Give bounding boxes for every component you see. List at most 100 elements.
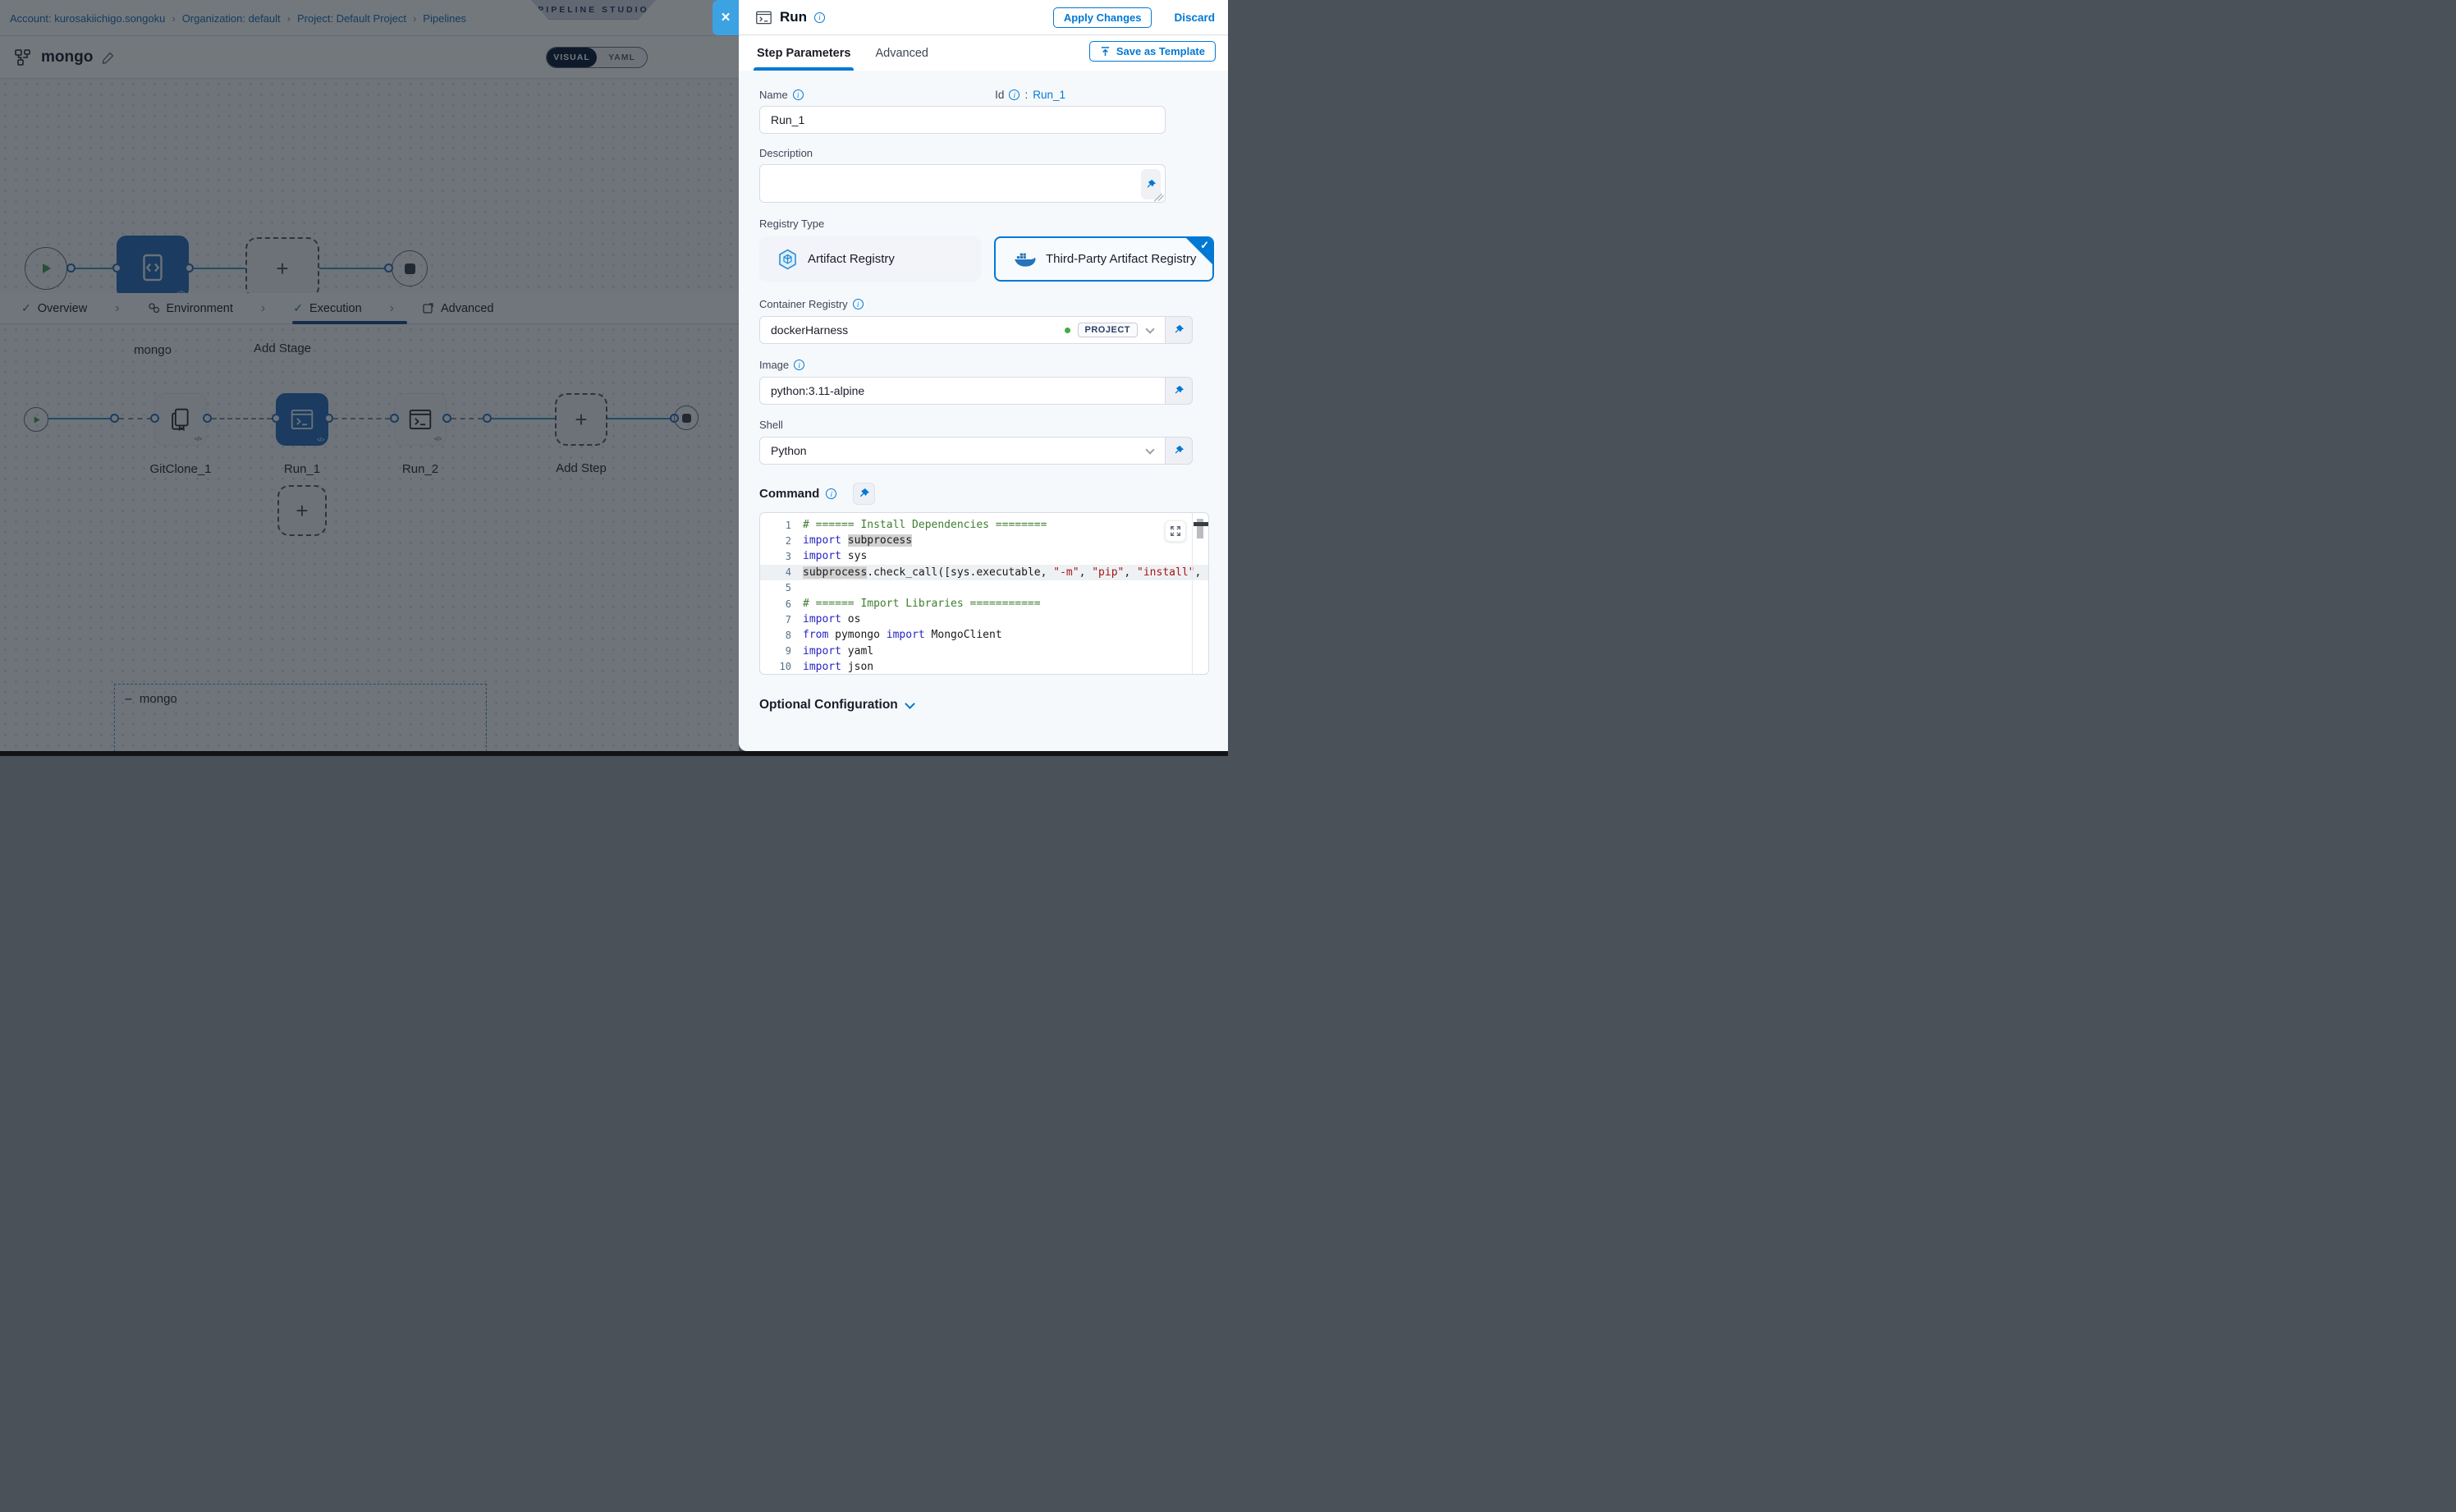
code-text: import yaml bbox=[791, 645, 873, 657]
command-label-row: Command i bbox=[759, 483, 1228, 505]
optional-configuration-toggle[interactable]: Optional Configuration bbox=[759, 698, 1228, 712]
line-number: 6 bbox=[760, 598, 791, 610]
info-icon[interactable]: i bbox=[1009, 89, 1020, 100]
shell-label: Shell bbox=[759, 419, 1228, 431]
pin-button[interactable] bbox=[1166, 316, 1193, 344]
registry-option-artifact-registry[interactable]: Artifact Registry bbox=[759, 236, 981, 282]
close-panel-button[interactable]: × bbox=[713, 0, 739, 35]
pipeline-studio-page: Account: kurosakiichigo.songoku › Organi… bbox=[0, 0, 1228, 756]
container-registry-field: dockerHarness PROJECT bbox=[759, 316, 1193, 344]
id-separator: : bbox=[1024, 89, 1028, 101]
id-value[interactable]: Run_1 bbox=[1033, 89, 1065, 101]
name-label: Name bbox=[759, 89, 788, 101]
save-as-template-label: Save as Template bbox=[1116, 45, 1205, 57]
editor-scrollbar-track bbox=[1192, 513, 1193, 674]
editor-overview-mark bbox=[1194, 522, 1209, 526]
registry-type-options: Artifact Registry Third-Party Artifact R… bbox=[759, 236, 1214, 282]
image-value: python:3.11-alpine bbox=[771, 384, 864, 397]
pin-icon bbox=[858, 488, 870, 500]
step-config-panel: Run i Apply Changes Discard Step Paramet… bbox=[739, 0, 1228, 751]
image-field: python:3.11-alpine bbox=[759, 377, 1193, 405]
code-text: # ====== Install Dependencies ======== bbox=[791, 519, 1047, 531]
artifact-registry-icon bbox=[777, 249, 798, 270]
docker-icon bbox=[1014, 250, 1036, 268]
command-label: Command bbox=[759, 487, 819, 501]
pin-icon bbox=[1173, 445, 1184, 456]
code-text: subprocess.check_call([sys.executable, "… bbox=[791, 566, 1201, 579]
pin-icon bbox=[1145, 179, 1157, 190]
line-number: 7 bbox=[760, 614, 791, 625]
description-textarea[interactable] bbox=[759, 164, 1166, 203]
line-number: 10 bbox=[760, 661, 791, 672]
chevron-down-icon[interactable] bbox=[1145, 324, 1154, 333]
image-input[interactable]: python:3.11-alpine bbox=[759, 377, 1166, 405]
code-line[interactable]: 5 bbox=[760, 580, 1208, 596]
upload-icon bbox=[1100, 46, 1111, 57]
command-code-editor[interactable]: 1# ====== Install Dependencies ========2… bbox=[759, 512, 1209, 675]
code-line[interactable]: 3import sys bbox=[760, 548, 1208, 564]
shell-value: Python bbox=[771, 444, 807, 457]
discard-button[interactable]: Discard bbox=[1174, 11, 1215, 24]
code-text: import json bbox=[791, 661, 873, 673]
pin-icon bbox=[1173, 385, 1184, 396]
panel-title: Run bbox=[780, 9, 807, 25]
image-label-row: Image i bbox=[759, 359, 1228, 371]
line-number: 5 bbox=[760, 582, 791, 593]
code-line[interactable]: 2import subprocess bbox=[760, 533, 1208, 548]
code-line[interactable]: 10import json bbox=[760, 659, 1208, 675]
terminal-icon bbox=[755, 10, 772, 25]
expand-editor-button[interactable] bbox=[1165, 520, 1186, 542]
shell-field: Python bbox=[759, 437, 1193, 465]
line-number: 8 bbox=[760, 630, 791, 641]
code-text: from pymongo import MongoClient bbox=[791, 629, 1002, 641]
studio-background: Account: kurosakiichigo.songoku › Organi… bbox=[0, 0, 739, 756]
line-number: 3 bbox=[760, 551, 791, 562]
name-label-row: Name i bbox=[759, 89, 804, 101]
bottom-scrollbar-strip[interactable] bbox=[0, 751, 1228, 756]
registry-type-label: Registry Type bbox=[759, 218, 1228, 230]
info-icon[interactable]: i bbox=[853, 299, 864, 309]
line-number: 2 bbox=[760, 535, 791, 547]
shell-select[interactable]: Python bbox=[759, 437, 1166, 465]
line-number: 9 bbox=[760, 645, 791, 657]
code-line[interactable]: 9import yaml bbox=[760, 644, 1208, 659]
apply-changes-button[interactable]: Apply Changes bbox=[1053, 7, 1152, 28]
code-line[interactable]: 6# ====== Import Libraries =========== bbox=[760, 596, 1208, 612]
code-text: import os bbox=[791, 613, 860, 625]
info-icon[interactable]: i bbox=[814, 12, 825, 23]
pin-button[interactable] bbox=[853, 483, 875, 505]
pin-icon bbox=[1173, 324, 1184, 336]
code-text: # ====== Import Libraries =========== bbox=[791, 598, 1041, 610]
code-text: import sys bbox=[791, 550, 867, 562]
canvas-dim-overlay[interactable] bbox=[0, 0, 739, 756]
panel-header: Run i Apply Changes Discard bbox=[739, 0, 1228, 35]
tab-advanced[interactable]: Advanced bbox=[875, 35, 928, 71]
name-input[interactable]: Run_1 bbox=[759, 106, 1166, 134]
pin-button[interactable] bbox=[1166, 377, 1193, 405]
container-registry-input[interactable]: dockerHarness PROJECT bbox=[759, 316, 1166, 344]
code-text: import subprocess bbox=[791, 534, 912, 547]
check-icon: ✓ bbox=[1200, 239, 1209, 252]
name-value: Run_1 bbox=[771, 113, 804, 126]
pin-button[interactable] bbox=[1166, 437, 1193, 465]
code-line[interactable]: 8from pymongo import MongoClient bbox=[760, 627, 1208, 643]
id-label: Id bbox=[995, 89, 1004, 101]
registry-option-label: Third-Party Artifact Registry bbox=[1046, 252, 1196, 266]
info-icon[interactable]: i bbox=[826, 488, 836, 499]
scope-badge: PROJECT bbox=[1078, 323, 1138, 337]
container-registry-value: dockerHarness bbox=[771, 323, 848, 337]
registry-option-third-party[interactable]: Third-Party Artifact Registry ✓ bbox=[994, 236, 1214, 282]
tab-step-parameters[interactable]: Step Parameters bbox=[757, 35, 850, 71]
chevron-down-icon[interactable] bbox=[1145, 445, 1154, 454]
code-lines: 1# ====== Install Dependencies ========2… bbox=[760, 517, 1208, 675]
container-registry-label-row: Container Registry i bbox=[759, 298, 1228, 310]
code-line[interactable]: 7import os bbox=[760, 612, 1208, 627]
save-as-template-button[interactable]: Save as Template bbox=[1089, 41, 1216, 62]
description-label: Description bbox=[759, 147, 1228, 159]
chevron-down-icon bbox=[905, 699, 915, 709]
code-line[interactable]: 4subprocess.check_call([sys.executable, … bbox=[760, 565, 1208, 580]
info-icon[interactable]: i bbox=[793, 89, 804, 100]
info-icon[interactable]: i bbox=[794, 360, 804, 370]
code-line[interactable]: 1# ====== Install Dependencies ======== bbox=[760, 517, 1208, 533]
panel-body: Name i Id i : Run_1 Run_1 Description bbox=[739, 71, 1228, 751]
